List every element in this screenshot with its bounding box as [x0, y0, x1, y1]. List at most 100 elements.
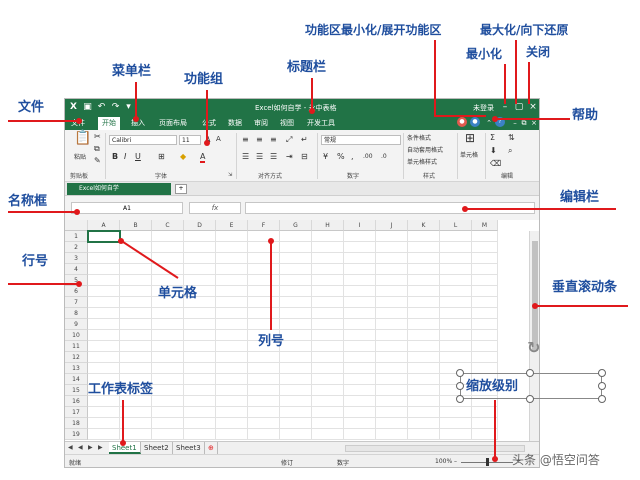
row-header[interactable]: 16: [65, 396, 88, 407]
shrink-font-icon[interactable]: A: [216, 135, 221, 144]
column-header[interactable]: L: [440, 220, 472, 231]
row-header[interactable]: 14: [65, 374, 88, 385]
login-status[interactable]: 未登录: [473, 103, 494, 113]
column-header[interactable]: B: [120, 220, 152, 231]
row-header[interactable]: 10: [65, 330, 88, 341]
column-header[interactable]: K: [408, 220, 440, 231]
menu-developer[interactable]: 开发工具: [307, 118, 335, 128]
conditional-format-button[interactable]: 条件格式: [407, 133, 431, 142]
column-header[interactable]: I: [344, 220, 376, 231]
row-header[interactable]: 9: [65, 319, 88, 330]
column-header[interactable]: D: [184, 220, 216, 231]
menu-page-layout[interactable]: 页面布局: [159, 118, 187, 128]
zoom-thumb[interactable]: [486, 458, 489, 466]
column-header[interactable]: H: [312, 220, 344, 231]
sort-filter-icon[interactable]: ⇅: [508, 133, 515, 142]
wrap-text-icon[interactable]: ↵: [301, 135, 308, 144]
cells-button-label[interactable]: 单元格: [460, 150, 478, 159]
cell-styles-button[interactable]: 单元格样式: [407, 157, 437, 166]
sheet-tab-2[interactable]: Sheet2: [141, 442, 173, 454]
redo-icon[interactable]: ↷: [110, 102, 121, 113]
italic-icon[interactable]: I: [124, 152, 126, 161]
select-all-corner[interactable]: [65, 220, 88, 231]
vertical-scroll-thumb[interactable]: [532, 241, 538, 351]
menu-home[interactable]: 开始: [98, 117, 120, 130]
copy-icon[interactable]: ⧉: [94, 144, 100, 153]
sheet-first-icon[interactable]: ◀: [68, 444, 73, 451]
cut-icon[interactable]: ✂: [94, 132, 101, 141]
vertical-scrollbar[interactable]: [529, 231, 539, 441]
add-sheet-icon[interactable]: ⊕: [205, 442, 218, 454]
row-header[interactable]: 15: [65, 385, 88, 396]
row-header[interactable]: 6: [65, 286, 88, 297]
fill-color-icon[interactable]: ◆: [180, 152, 186, 161]
row-header[interactable]: 19: [65, 429, 88, 440]
orientation-icon[interactable]: ⤢: [286, 135, 292, 144]
align-bottom-icon[interactable]: ≡: [270, 135, 277, 144]
column-header[interactable]: C: [152, 220, 184, 231]
menu-view[interactable]: 视图: [280, 118, 294, 128]
number-format-select[interactable]: 常规: [321, 135, 401, 145]
format-as-table-button[interactable]: 自动套用格式: [407, 145, 443, 154]
quick-access-dropdown-icon[interactable]: ▾: [123, 102, 134, 113]
align-right-icon[interactable]: ☰: [270, 152, 277, 161]
paste-label[interactable]: 粘贴: [74, 152, 86, 161]
row-header[interactable]: 8: [65, 308, 88, 319]
percent-icon[interactable]: %: [337, 152, 345, 161]
zoom-slider[interactable]: [461, 458, 513, 466]
underline-icon[interactable]: U: [135, 152, 141, 161]
row-header[interactable]: 18: [65, 418, 88, 429]
cells-icon[interactable]: ⊞: [465, 132, 475, 144]
row-header[interactable]: 4: [65, 264, 88, 275]
font-dialog-launcher-icon[interactable]: ⇲: [228, 171, 232, 180]
column-header[interactable]: J: [376, 220, 408, 231]
horizontal-scrollbar[interactable]: [345, 445, 525, 452]
bold-icon[interactable]: B: [112, 152, 118, 161]
align-top-icon[interactable]: ≡: [242, 135, 249, 144]
zoom-level[interactable]: 100%: [435, 458, 452, 465]
currency-icon[interactable]: ¥: [323, 152, 328, 161]
zoom-out-icon[interactable]: –: [454, 458, 457, 465]
align-middle-icon[interactable]: ≡: [256, 135, 263, 144]
align-center-icon[interactable]: ☰: [256, 152, 263, 161]
save-icon[interactable]: ▣: [82, 102, 93, 113]
menu-review[interactable]: 审阅: [254, 118, 268, 128]
find-select-icon[interactable]: ⌕: [508, 146, 512, 155]
sheet-last-icon[interactable]: ▶: [98, 444, 103, 451]
paste-icon[interactable]: 📋: [74, 131, 91, 145]
indent-icon[interactable]: ⇥: [286, 152, 293, 161]
font-color-icon[interactable]: A: [200, 152, 206, 163]
decrease-decimal-icon[interactable]: .0: [381, 152, 387, 161]
row-header[interactable]: 7: [65, 297, 88, 308]
document-tab[interactable]: Excel如何自学: [67, 183, 171, 195]
active-cell[interactable]: [87, 230, 121, 243]
column-header[interactable]: F: [248, 220, 280, 231]
menu-formulas[interactable]: 公式: [202, 118, 216, 128]
menu-data[interactable]: 数据: [228, 118, 242, 128]
sheet-prev-icon[interactable]: ◀: [78, 444, 83, 451]
increase-decimal-icon[interactable]: .00: [363, 152, 373, 161]
row-header[interactable]: 3: [65, 253, 88, 264]
column-header[interactable]: G: [280, 220, 312, 231]
merge-cells-icon[interactable]: ⊟: [301, 152, 308, 161]
sheet-tab-3[interactable]: Sheet3: [173, 442, 205, 454]
borders-icon[interactable]: ⊞: [158, 152, 165, 161]
row-header[interactable]: 1: [65, 231, 88, 242]
font-size-select[interactable]: 11: [179, 135, 201, 145]
sheet-next-icon[interactable]: ▶: [88, 444, 93, 451]
new-document-icon[interactable]: +: [175, 184, 187, 194]
autosum-icon[interactable]: Σ: [490, 133, 495, 142]
column-header[interactable]: E: [216, 220, 248, 231]
format-painter-icon[interactable]: ✎: [94, 156, 101, 165]
comma-style-icon[interactable]: ,: [351, 152, 354, 161]
row-header[interactable]: 2: [65, 242, 88, 253]
row-header[interactable]: 11: [65, 341, 88, 352]
undo-icon[interactable]: ↶: [96, 102, 107, 113]
fill-icon[interactable]: ⬇: [490, 146, 497, 155]
row-header[interactable]: 12: [65, 352, 88, 363]
row-header[interactable]: 13: [65, 363, 88, 374]
row-header[interactable]: 17: [65, 407, 88, 418]
column-header[interactable]: M: [472, 220, 498, 231]
font-name-select[interactable]: Calibri: [109, 135, 177, 145]
fx-icon[interactable]: fx: [189, 202, 241, 214]
